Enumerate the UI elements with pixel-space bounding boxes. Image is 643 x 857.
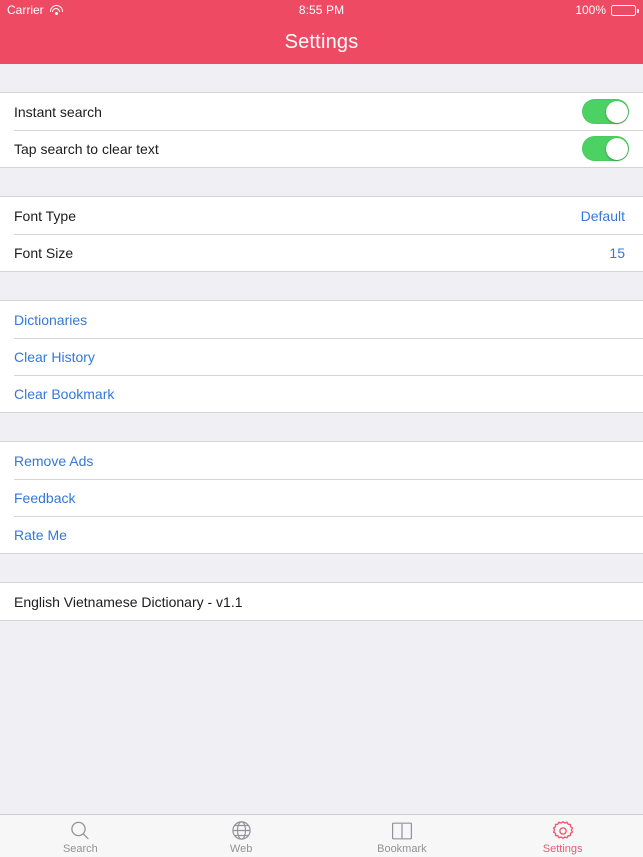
tab-label: Search [62, 842, 98, 855]
section-data: Dictionaries Clear History Clear Bookmar… [0, 300, 643, 413]
battery-full-icon [611, 4, 639, 16]
row-instant-search[interactable]: Instant search [0, 93, 643, 130]
globe-icon [231, 820, 252, 842]
tab-search[interactable]: Search [0, 815, 161, 857]
carrier-label: Carrier [7, 3, 44, 17]
row-dictionaries[interactable]: Dictionaries [0, 301, 643, 338]
open-book-icon [391, 820, 413, 842]
tap-search-clear-toggle[interactable] [582, 136, 629, 161]
page-title: Settings [284, 30, 359, 53]
tab-label: Settings [542, 842, 583, 855]
rate-me-link[interactable]: Rate Me [14, 527, 629, 543]
row-clear-bookmark[interactable]: Clear Bookmark [0, 375, 643, 412]
instant-search-toggle[interactable] [582, 99, 629, 124]
row-label: Font Type [14, 207, 77, 224]
row-label: Instant search [14, 103, 102, 120]
section-font: Font Type Default Font Size 15 [0, 196, 643, 272]
section-about: English Vietnamese Dictionary - v1.1 [0, 582, 643, 621]
settings-list[interactable]: Instant search Tap search to clear text … [0, 64, 643, 814]
status-bar: Carrier 8:55 PM 100% [0, 0, 643, 20]
dictionaries-link[interactable]: Dictionaries [14, 312, 629, 328]
tab-label: Bookmark [377, 842, 427, 855]
section-support: Remove Ads Feedback Rate Me [0, 441, 643, 554]
font-type-value: Default [580, 207, 625, 224]
magnifier-icon [69, 820, 91, 842]
clear-history-link[interactable]: Clear History [14, 349, 629, 365]
battery-percent-label: 100% [575, 3, 607, 17]
remove-ads-link[interactable]: Remove Ads [14, 453, 629, 469]
status-bar-left: Carrier [7, 3, 299, 17]
tab-bar: Search Web Bookmark Settings [0, 814, 643, 857]
row-remove-ads[interactable]: Remove Ads [0, 442, 643, 479]
tab-bookmark[interactable]: Bookmark [322, 815, 483, 857]
tab-settings[interactable]: Settings [482, 815, 643, 857]
row-font-size[interactable]: Font Size 15 [0, 234, 643, 271]
tab-label: Web [229, 842, 253, 855]
app-screen: Carrier 8:55 PM 100% Settings Instant se… [0, 0, 643, 857]
row-font-type[interactable]: Font Type Default [0, 197, 643, 234]
gear-icon [552, 820, 574, 842]
status-bar-right: 100% [344, 3, 639, 17]
row-rate-me[interactable]: Rate Me [0, 516, 643, 553]
wifi-icon [49, 5, 63, 15]
navigation-bar: Settings [0, 20, 643, 64]
app-version-label: English Vietnamese Dictionary - v1.1 [14, 593, 243, 610]
row-label: Tap search to clear text [14, 140, 159, 157]
row-tap-search-clear[interactable]: Tap search to clear text [0, 130, 643, 167]
row-label: Font Size [14, 244, 74, 261]
status-bar-time: 8:55 PM [298, 3, 345, 17]
feedback-link[interactable]: Feedback [14, 490, 629, 506]
section-search-behavior: Instant search Tap search to clear text [0, 92, 643, 168]
font-size-value: 15 [609, 244, 625, 261]
row-app-version: English Vietnamese Dictionary - v1.1 [0, 583, 643, 620]
clear-bookmark-link[interactable]: Clear Bookmark [14, 386, 629, 402]
row-clear-history[interactable]: Clear History [0, 338, 643, 375]
row-feedback[interactable]: Feedback [0, 479, 643, 516]
tab-web[interactable]: Web [161, 815, 322, 857]
